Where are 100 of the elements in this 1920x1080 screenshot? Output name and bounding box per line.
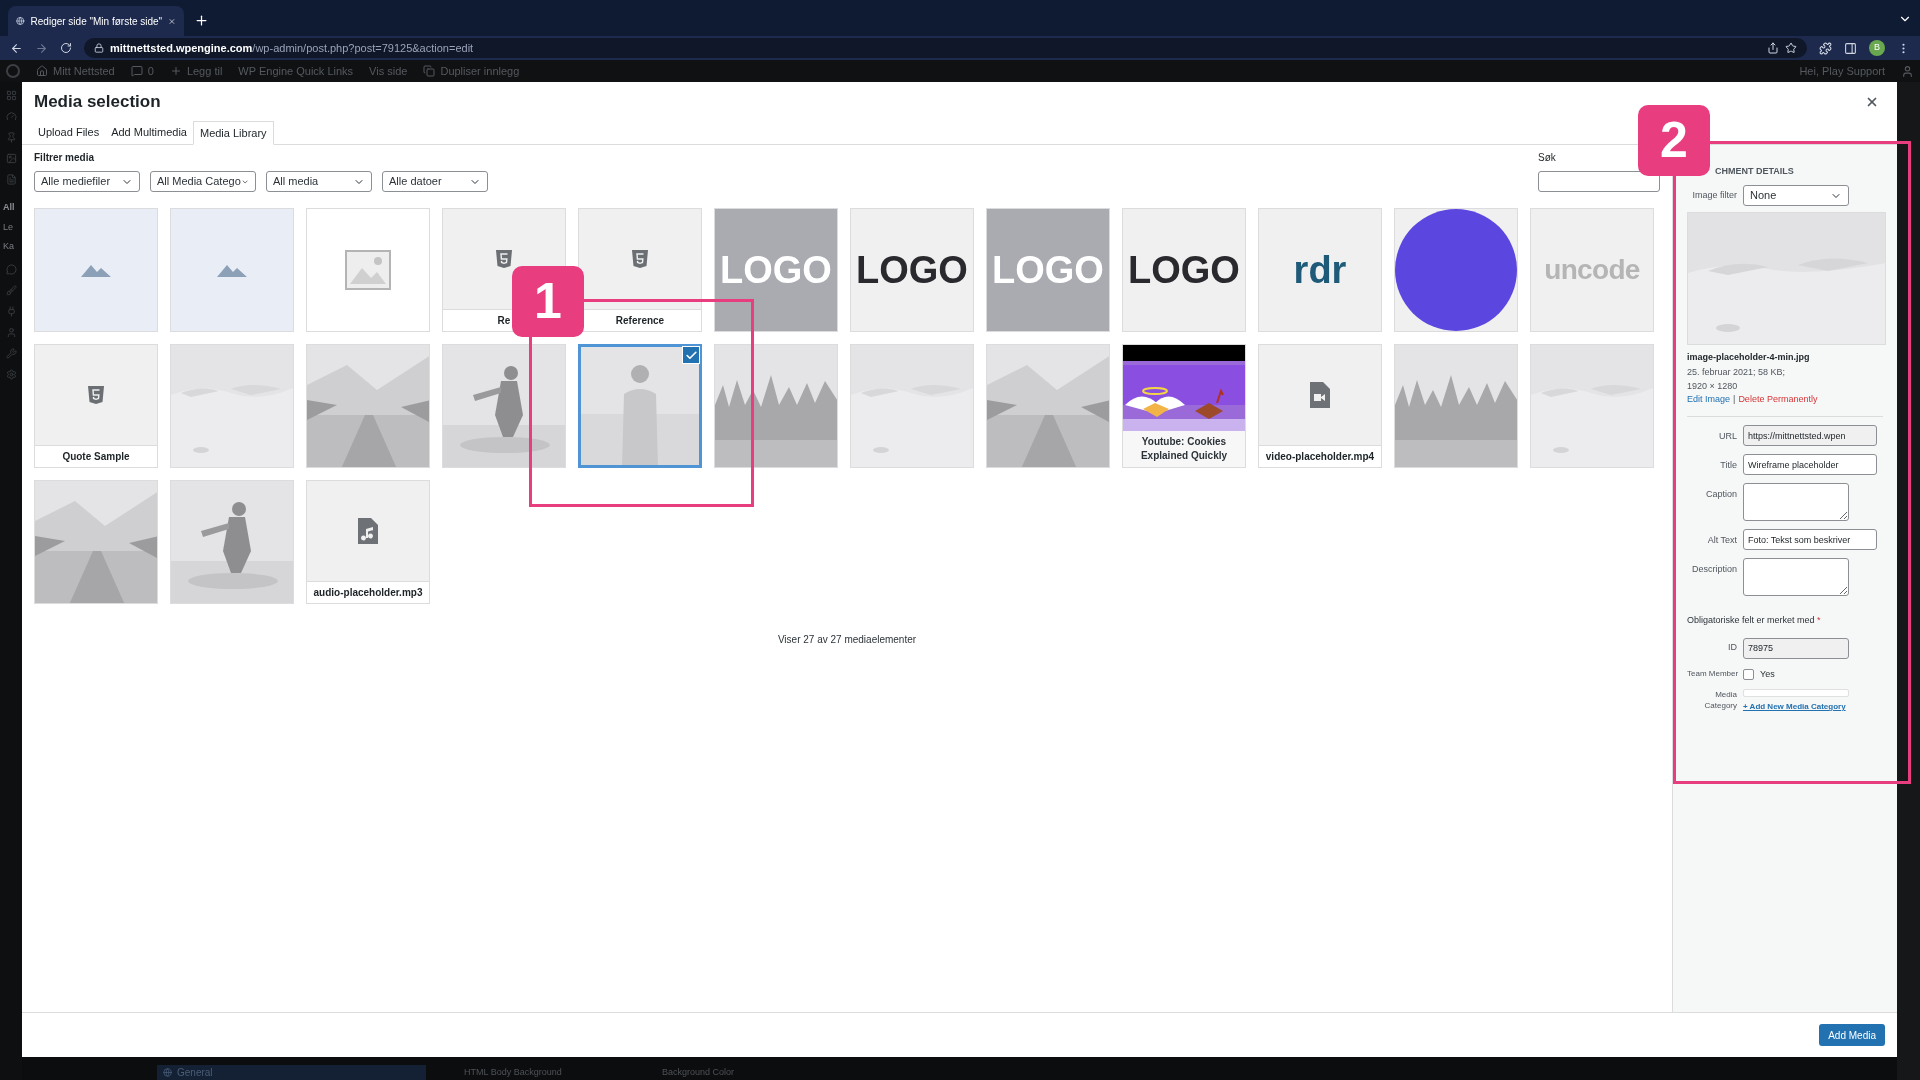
- text-area[interactable]: [1743, 558, 1849, 596]
- text-field[interactable]: Wireframe placeholder: [1743, 454, 1877, 475]
- sidebar-icon: [5, 368, 17, 380]
- file-name: image-placeholder-4-min.jpg: [1687, 351, 1811, 364]
- status-text: Viser 27 av 27 mediaelementer: [777, 633, 917, 647]
- field-label: Description: [1690, 563, 1737, 576]
- media-tile[interactable]: Youtube: Cookies Explained Quickly: [1122, 344, 1246, 468]
- globe-icon: [16, 15, 25, 27]
- image-icon: [345, 250, 391, 290]
- image-filter-dropdown[interactable]: None: [1743, 185, 1849, 206]
- sidebar-icon: [5, 132, 17, 143]
- edit-image-link[interactable]: Edit Image: [1687, 392, 1731, 406]
- tab-title: Rediger side "Min første side": [30, 14, 163, 29]
- modal-tab[interactable]: Media Library: [192, 121, 274, 145]
- category-field[interactable]: [1743, 689, 1849, 697]
- filter-dropdown[interactable]: All Media Catego: [150, 171, 256, 192]
- field-label: Media Category: [1703, 689, 1737, 711]
- sidebar-icon: [5, 284, 17, 296]
- comment-icon: [130, 65, 143, 77]
- sidebar-icon: [5, 263, 17, 275]
- logo-text: rdr: [1293, 251, 1347, 289]
- side-panel-icon[interactable]: [1844, 41, 1858, 55]
- tile-label: Quote Sample: [35, 445, 157, 467]
- mountain-icon: [81, 263, 111, 277]
- sidebar-link[interactable]: Le: [3, 220, 13, 234]
- file-meta: 25. februar 2021; 58 KB; 1920 × 1280: [1687, 365, 1787, 393]
- modal-tab[interactable]: Upload Files: [32, 120, 106, 144]
- mountain-icon: [217, 263, 247, 277]
- filter-label: Filtrer media: [34, 151, 96, 165]
- tile-label: audio-placeholder.mp3: [307, 581, 429, 603]
- media-tile[interactable]: Quote Sample: [34, 344, 158, 468]
- text-field[interactable]: Foto: Tekst som beskriver: [1743, 529, 1877, 550]
- text-field[interactable]: https://mittnettsted.wpen: [1743, 425, 1877, 446]
- sidebar-icon: [5, 174, 17, 185]
- media-tile[interactable]: Reference: [578, 208, 702, 332]
- text-field[interactable]: 78975: [1743, 637, 1849, 659]
- add-category-link[interactable]: + Add New Media Category: [1743, 701, 1849, 713]
- back-icon[interactable]: [10, 41, 23, 55]
- media-tile[interactable]: [170, 208, 294, 332]
- bookmark-icon[interactable]: [1785, 42, 1798, 54]
- sidebar-link[interactable]: Ka: [3, 240, 14, 254]
- address-bar[interactable]: mittnettsted.wpengine.com/wp-admin/post.php?post=79125&action=edit: [83, 38, 1808, 58]
- plus-icon: [169, 65, 182, 77]
- sidebar-icon: [5, 326, 17, 338]
- media-tile[interactable]: [34, 208, 158, 332]
- logo-text: uncode: [1544, 253, 1640, 287]
- filter-dropdown[interactable]: Alle mediefiler: [34, 171, 140, 192]
- browser-tab[interactable]: Rediger side "Min første side": [8, 6, 184, 36]
- logo-text: LOGO: [992, 251, 1104, 289]
- check-icon: [682, 346, 700, 364]
- globe-icon: [163, 1068, 172, 1077]
- add-media-button[interactable]: Add Media: [1819, 1024, 1885, 1046]
- modal-tab[interactable]: Add Multimedia: [105, 120, 193, 144]
- sidebar-link[interactable]: All: [3, 201, 15, 215]
- html-shield-icon: [631, 249, 649, 269]
- delete-link[interactable]: Delete Permanently: [1738, 392, 1818, 406]
- extensions-icon[interactable]: [1819, 41, 1833, 55]
- required-note: Obligatoriske felt er merket med *: [1687, 614, 1822, 627]
- separator-text: |: [1733, 392, 1736, 406]
- media-tile[interactable]: rdr: [1258, 208, 1382, 332]
- lock-icon: [93, 43, 104, 53]
- copy-icon: [423, 65, 436, 77]
- media-tile[interactable]: LOGO: [1122, 208, 1246, 332]
- media-tile[interactable]: LOGO: [850, 208, 974, 332]
- text-area[interactable]: [1743, 483, 1849, 521]
- forward-icon[interactable]: [35, 41, 48, 55]
- circle-graphic[interactable]: [1395, 209, 1517, 331]
- media-tile[interactable]: video-placeholder.mp4: [1258, 344, 1382, 468]
- media-tile[interactable]: audio-placeholder.mp3: [306, 480, 430, 604]
- field-label: Title: [1719, 459, 1737, 472]
- logo-text: LOGO: [720, 251, 832, 289]
- url-text: mittnettsted.wpengine.com/wp-admin/post.php?post=79125&action=edit: [109, 40, 474, 56]
- html-shield-icon: [495, 249, 513, 269]
- site-logo-icon[interactable]: [6, 64, 20, 78]
- home-icon: [36, 65, 48, 77]
- logo-text: LOGO: [1128, 251, 1240, 289]
- logo-text: LOGO: [856, 251, 968, 289]
- video-file-icon: [1310, 382, 1330, 408]
- html-shield-icon: [87, 385, 105, 405]
- tile-label: video-placeholder.mp4: [1259, 445, 1381, 467]
- search-field[interactable]: [1538, 171, 1660, 192]
- checkbox[interactable]: [1743, 668, 1754, 680]
- user-icon: [1901, 64, 1914, 78]
- sidebar-icon: [5, 111, 17, 122]
- modal-title: Media selection: [34, 90, 161, 113]
- filter-dropdown[interactable]: Alle datoer: [382, 171, 488, 192]
- field-label: Team Member: [1687, 668, 1737, 681]
- field-label: URL: [1718, 430, 1737, 443]
- callout-badge: 2: [1638, 105, 1710, 176]
- sidebar-icon: [5, 347, 17, 359]
- new-tab-icon[interactable]: [194, 13, 209, 28]
- reload-icon[interactable]: [59, 42, 72, 54]
- field-label: Caption: [1704, 488, 1737, 501]
- tile-caption: Youtube: Cookies Explained Quickly: [1123, 431, 1245, 467]
- filter-dropdown[interactable]: All media: [266, 171, 372, 192]
- field-label: Alt Text: [1706, 534, 1737, 547]
- share-icon[interactable]: [1767, 42, 1780, 54]
- media-tile[interactable]: [306, 208, 430, 332]
- setting-label: Background Color: [662, 1066, 736, 1079]
- sidebar-icon: [5, 153, 17, 164]
